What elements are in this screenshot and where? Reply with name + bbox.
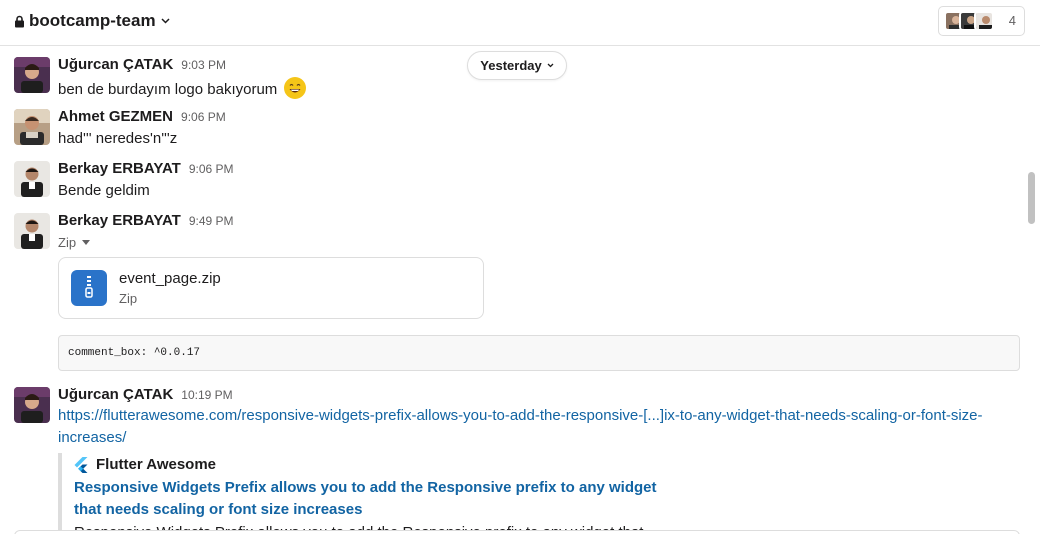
message-author[interactable]: Ahmet GEZMEN <box>58 108 173 125</box>
message-timestamp[interactable]: 10:19 PM <box>181 388 232 402</box>
message-text: had''' neredes'n'''z <box>58 130 178 147</box>
message-timestamp[interactable]: 9:49 PM <box>189 214 234 228</box>
caret-down-icon <box>82 240 91 245</box>
file-name: event_page.zip <box>119 270 221 287</box>
preview-source: Flutter Awesome <box>74 456 216 473</box>
channel-name-button[interactable]: bootcamp-team <box>14 11 170 31</box>
chevron-down-icon <box>161 18 170 24</box>
avatar[interactable] <box>14 57 50 93</box>
message-author[interactable]: Berkay ERBAYAT <box>58 212 181 229</box>
message-timestamp[interactable]: 9:06 PM <box>189 162 234 176</box>
chevron-down-icon <box>547 63 554 68</box>
preview-source-name: Flutter Awesome <box>96 456 217 473</box>
message-author[interactable]: Uğurcan ÇATAK <box>58 386 173 403</box>
message-timestamp[interactable]: 9:03 PM <box>181 58 226 72</box>
code-block: comment_box: ^0.0.17 <box>58 335 1020 371</box>
message-body: ben de burdayım logo bakıyorum <box>58 81 278 98</box>
channel-name: bootcamp-team <box>29 11 156 30</box>
scrollbar-thumb[interactable] <box>1028 172 1035 224</box>
message-composer[interactable] <box>14 530 1020 534</box>
message-timestamp[interactable]: 9:06 PM <box>181 110 226 124</box>
message-link[interactable]: https://flutterawesome.com/responsive-wi… <box>58 405 1008 449</box>
preview-title-link[interactable]: Responsive Widgets Prefix allows you to … <box>74 477 674 521</box>
lock-icon <box>15 15 24 27</box>
avatar <box>974 11 994 31</box>
attachment-toggle[interactable]: Zip <box>58 235 91 250</box>
zip-file-icon <box>71 270 107 306</box>
message-text: ben de burdayım logo bakıyorum <box>58 77 307 99</box>
smiley-emoji-icon <box>284 77 307 99</box>
member-count: 4 <box>1008 13 1016 28</box>
date-divider-button[interactable]: Yesterday <box>467 51 567 80</box>
link-preview: Flutter Awesome Responsive Widgets Prefi… <box>58 453 1020 534</box>
date-label: Yesterday <box>480 58 542 73</box>
message-author[interactable]: Uğurcan ÇATAK <box>58 56 173 73</box>
channel-header: bootcamp-team 4 <box>0 0 1040 46</box>
member-list-button[interactable]: 4 <box>938 6 1025 36</box>
avatar[interactable] <box>14 213 50 249</box>
avatar[interactable] <box>14 109 50 145</box>
file-type: Zip <box>119 291 138 306</box>
message-text: Bende geldim <box>58 182 150 199</box>
attachment-label: Zip <box>58 235 77 250</box>
message-author[interactable]: Berkay ERBAYAT <box>58 160 181 177</box>
avatar[interactable] <box>14 387 50 423</box>
avatar[interactable] <box>14 161 50 197</box>
flutter-logo-icon <box>74 456 88 473</box>
file-attachment[interactable]: event_page.zip Zip <box>58 257 484 319</box>
